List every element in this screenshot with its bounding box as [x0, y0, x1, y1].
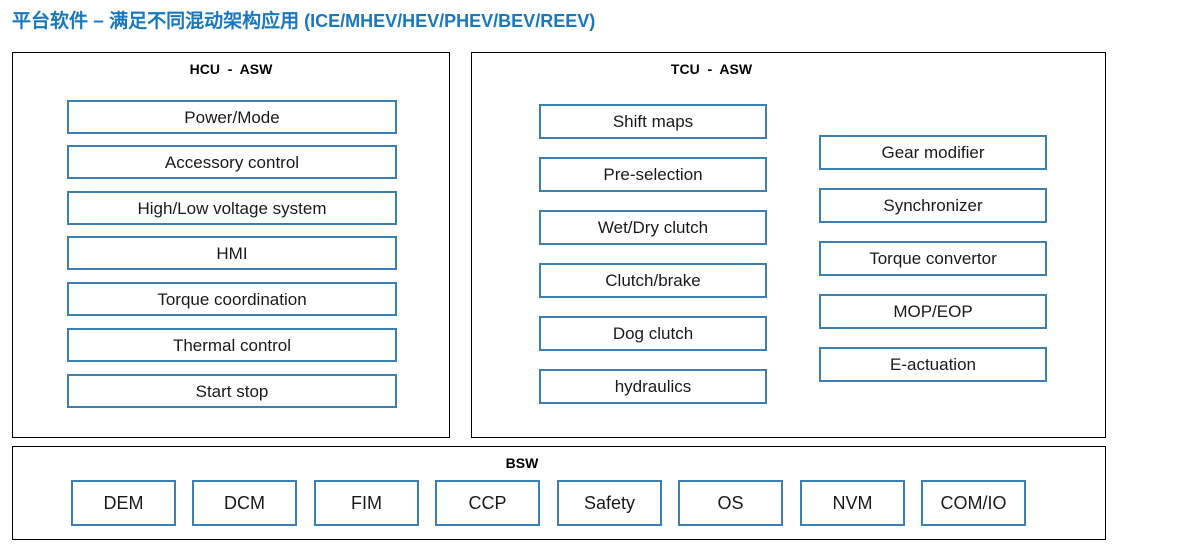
tcu-module-e-actuation[interactable]: E-actuation [819, 347, 1047, 382]
tcu-module-shift-maps[interactable]: Shift maps [539, 104, 767, 139]
bsw-module-ccp[interactable]: CCP [435, 480, 540, 526]
hcu-module-start-stop[interactable]: Start stop [67, 374, 397, 408]
hcu-asw-panel: HCU - ASW Power/Mode Accessory control H… [12, 52, 450, 438]
page-title: 平台软件 – 满足不同混动架构应用 (ICE/MHEV/HEV/PHEV/BEV… [12, 8, 595, 35]
bsw-module-fim[interactable]: FIM [314, 480, 419, 526]
hcu-module-hmi[interactable]: HMI [67, 236, 397, 270]
tcu-module-gear-modifier[interactable]: Gear modifier [819, 135, 1047, 170]
hcu-module-power-mode[interactable]: Power/Mode [67, 100, 397, 134]
bsw-module-safety[interactable]: Safety [557, 480, 662, 526]
bsw-module-dem[interactable]: DEM [71, 480, 176, 526]
tcu-module-pre-selection[interactable]: Pre-selection [539, 157, 767, 192]
tcu-module-torque-convertor[interactable]: Torque convertor [819, 241, 1047, 276]
tcu-module-hydraulics[interactable]: hydraulics [539, 369, 767, 404]
tcu-panel-header: TCU - ASW [670, 61, 753, 77]
tcu-module-mop-eop[interactable]: MOP/EOP [819, 294, 1047, 329]
tcu-module-clutch-brake[interactable]: Clutch/brake [539, 263, 767, 298]
tcu-asw-panel: TCU - ASW Shift maps Pre-selection Wet/D… [471, 52, 1106, 438]
hcu-panel-header: HCU - ASW [189, 61, 273, 77]
hcu-module-accessory-control[interactable]: Accessory control [67, 145, 397, 179]
bsw-module-nvm[interactable]: NVM [800, 480, 905, 526]
hcu-module-high-low-voltage-system[interactable]: High/Low voltage system [67, 191, 397, 225]
bsw-panel: BSW DEM DCM FIM CCP Safety OS NVM COM/IO [12, 446, 1106, 540]
page-title-cjk: 平台软件 – 满足不同混动架构应用 [12, 11, 300, 32]
bsw-panel-header: BSW [505, 455, 539, 471]
bsw-module-com-io[interactable]: COM/IO [921, 480, 1026, 526]
bsw-module-dcm[interactable]: DCM [192, 480, 297, 526]
bsw-module-os[interactable]: OS [678, 480, 783, 526]
page-title-latin: (ICE/MHEV/HEV/PHEV/BEV/REEV) [299, 11, 596, 31]
hcu-module-torque-coordination[interactable]: Torque coordination [67, 282, 397, 316]
hcu-module-thermal-control[interactable]: Thermal control [67, 328, 397, 362]
tcu-module-dog-clutch[interactable]: Dog clutch [539, 316, 767, 351]
tcu-module-synchronizer[interactable]: Synchronizer [819, 188, 1047, 223]
tcu-module-wet-dry-clutch[interactable]: Wet/Dry clutch [539, 210, 767, 245]
